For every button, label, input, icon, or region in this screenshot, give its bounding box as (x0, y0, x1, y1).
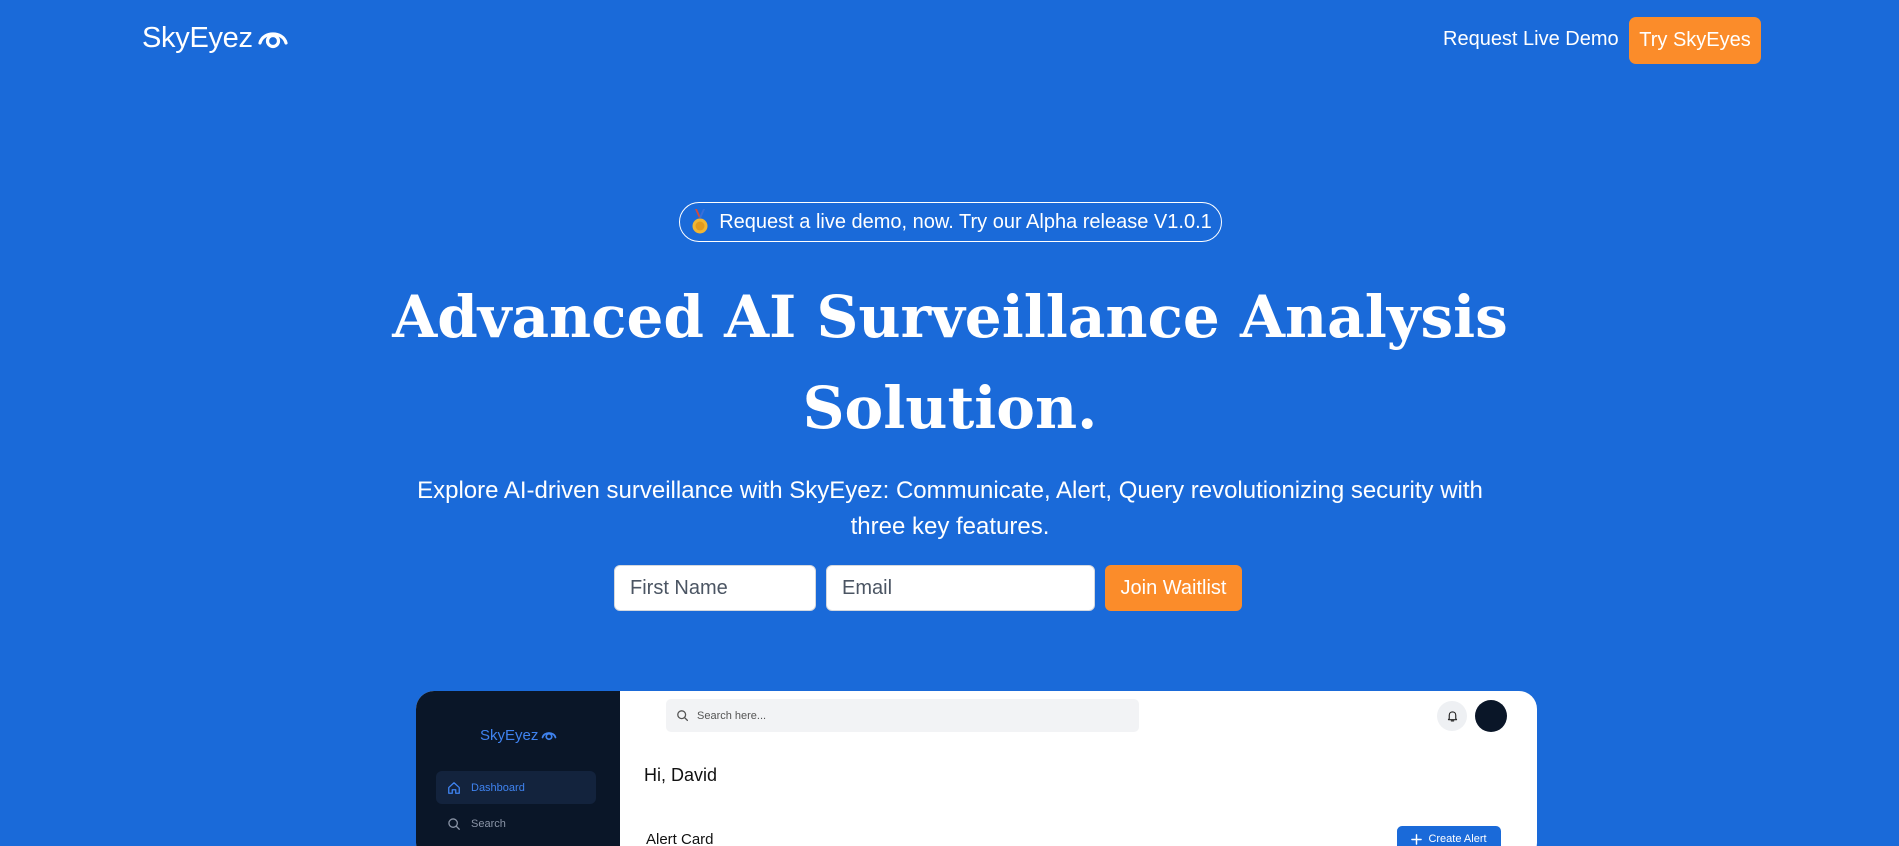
sidebar-item-label: Search (471, 817, 506, 830)
logo[interactable]: SkyEyez (142, 22, 289, 55)
preview-greeting: Hi, David (644, 765, 718, 785)
search-icon (448, 817, 460, 830)
first-name-input[interactable] (614, 565, 816, 611)
dashboard-preview: SkyEyez Dashboard Search Search here... (416, 691, 1537, 846)
search-icon (677, 710, 689, 722)
alert-card-title: Alert Card (646, 831, 714, 846)
plus-icon (1411, 833, 1423, 845)
create-alert-button[interactable]: Create Alert (1397, 826, 1501, 846)
medal-icon (689, 209, 711, 235)
create-alert-label: Create Alert (1428, 833, 1487, 845)
avatar[interactable] (1475, 700, 1507, 732)
sidebar-item-search[interactable]: Search (436, 807, 596, 840)
announcement-pill[interactable]: Request a live demo, now. Try our Alpha … (679, 202, 1222, 242)
site-header: SkyEyez Request Live Demo Try SkyEyes (0, 0, 1899, 82)
notifications-button[interactable] (1437, 701, 1467, 731)
email-input[interactable] (826, 565, 1095, 611)
join-waitlist-button[interactable]: Join Waitlist (1105, 565, 1242, 611)
eye-logo-icon (258, 31, 288, 48)
home-icon (448, 781, 460, 794)
try-skyeyes-button[interactable]: Try SkyEyes (1629, 17, 1761, 64)
logo-text: SkyEyez (142, 22, 253, 54)
preview-logo: SkyEyez (480, 727, 557, 744)
preview-search-placeholder: Search here... (697, 709, 767, 722)
hero-subtitle: Explore AI-driven surveillance with SkyE… (417, 477, 1483, 540)
request-demo-link[interactable]: Request Live Demo (1443, 28, 1619, 51)
sidebar-item-label: Dashboard (471, 781, 525, 794)
announcement-text: Request a live demo, now. Try our Alpha … (719, 210, 1212, 233)
preview-search-bar[interactable]: Search here... (666, 699, 1139, 732)
preview-logo-text: SkyEyez (480, 727, 539, 744)
hero-headline: Advanced AI Surveillance Analysis Soluti… (392, 283, 1508, 442)
bell-icon (1447, 711, 1457, 722)
preview-sidebar: SkyEyez Dashboard Search (416, 691, 620, 846)
sidebar-item-dashboard[interactable]: Dashboard (436, 771, 596, 804)
eye-logo-icon (542, 732, 557, 741)
